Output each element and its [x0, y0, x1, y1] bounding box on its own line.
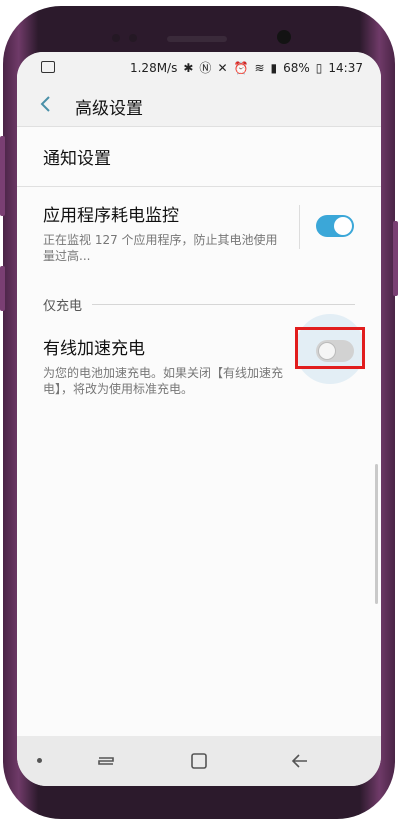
earpiece	[167, 36, 227, 42]
battery-icon: ▯	[315, 60, 323, 75]
nfc-icon: Ⓝ	[199, 61, 212, 75]
mute-icon: ✕	[217, 60, 228, 75]
section-divider	[92, 304, 355, 305]
highlight-box	[295, 327, 365, 369]
back-nav-button[interactable]	[289, 750, 311, 772]
phone-frame: 1.28M/s ✱ Ⓝ ✕ ⏰ ≋ ▮ 68% ▯ 14:37 高级设置 通知设…	[0, 6, 398, 819]
navigation-bar	[17, 736, 381, 786]
app-bar: 高级设置	[17, 82, 381, 126]
home-icon	[191, 753, 207, 769]
bixby-button	[0, 266, 5, 311]
chevron-left-icon	[40, 96, 50, 112]
sensor-icon	[112, 34, 120, 42]
power-button	[393, 221, 398, 296]
notification-icon	[41, 61, 55, 73]
recent-apps-icon	[98, 757, 114, 765]
wired-fast-charging-item[interactable]: 有线加速充电 为您的电池加速充电。如果关闭【有线加速充电】，将改为使用标准充电。	[17, 314, 381, 418]
section-header-label: 仅充电	[43, 299, 83, 314]
app-power-monitor-item[interactable]: 应用程序耗电监控 正在监视 127 个应用程序，防止其电池使用量过高...	[17, 187, 381, 283]
clock: 14:37	[328, 60, 363, 75]
status-icons: 1.28M/s ✱ Ⓝ ✕ ⏰ ≋ ▮ 68% ▯ 14:37	[130, 59, 363, 76]
back-button[interactable]	[35, 93, 57, 115]
wifi-icon: ≋	[254, 60, 265, 75]
dot-indicator-icon	[37, 758, 42, 763]
app-power-monitor-title: 应用程序耗电监控	[43, 206, 179, 226]
settings-list: 通知设置 应用程序耗电监控 正在监视 127 个应用程序，防止其电池使用量过高.…	[17, 126, 381, 418]
back-arrow-icon	[291, 754, 307, 768]
network-speed: 1.28M/s	[129, 60, 178, 75]
notification-settings-label: 通知设置	[43, 149, 111, 169]
recent-apps-button[interactable]	[95, 750, 117, 772]
alarm-icon: ⏰	[233, 60, 249, 75]
page-title: 高级设置	[75, 99, 143, 119]
home-button[interactable]	[188, 750, 210, 772]
notification-settings-item[interactable]: 通知设置	[17, 126, 381, 187]
toggle-knob	[334, 217, 352, 235]
divider	[299, 205, 300, 249]
sensor-icon	[129, 34, 137, 42]
front-camera-icon	[277, 30, 291, 44]
scrollbar[interactable]	[375, 464, 378, 604]
bluetooth-icon: ✱	[183, 60, 194, 75]
screen: 1.28M/s ✱ Ⓝ ✕ ⏰ ≋ ▮ 68% ▯ 14:37 高级设置 通知设…	[17, 52, 381, 786]
status-bar: 1.28M/s ✱ Ⓝ ✕ ⏰ ≋ ▮ 68% ▯ 14:37	[17, 52, 381, 82]
battery-level: 68%	[283, 60, 310, 75]
volume-button	[0, 136, 5, 216]
signal-icon: ▮	[270, 60, 278, 75]
app-power-monitor-description: 正在监视 127 个应用程序，防止其电池使用量过高...	[43, 233, 278, 263]
wired-fast-charging-description: 为您的电池加速充电。如果关闭【有线加速充电】，将改为使用标准充电。	[43, 366, 284, 396]
app-power-monitor-toggle[interactable]	[316, 215, 354, 237]
